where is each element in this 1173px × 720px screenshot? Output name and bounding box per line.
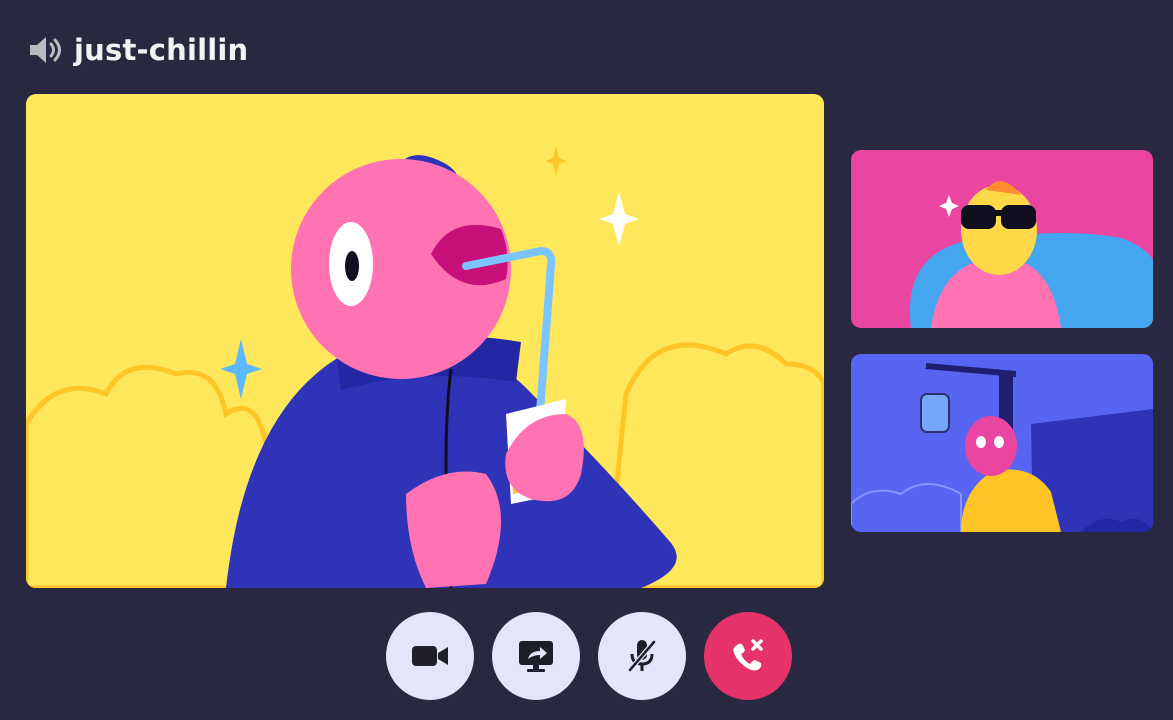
leave-call-icon bbox=[733, 639, 763, 671]
main-video-tile[interactable] bbox=[26, 94, 824, 588]
participant-illustration bbox=[851, 363, 1153, 532]
leave-call-button[interactable] bbox=[704, 612, 792, 700]
camera-button[interactable] bbox=[386, 612, 474, 700]
channel-name: just-chillin bbox=[74, 33, 249, 67]
screen-share-button[interactable] bbox=[492, 612, 580, 700]
channel-header: just-chillin bbox=[26, 30, 248, 70]
participant-tile[interactable] bbox=[851, 150, 1153, 328]
camera-icon bbox=[412, 646, 448, 666]
participant-tile[interactable] bbox=[851, 354, 1153, 532]
speaker-icon bbox=[30, 37, 61, 63]
participant-illustration bbox=[909, 181, 1153, 328]
screen-share-icon bbox=[519, 641, 553, 672]
call-controls bbox=[386, 612, 792, 700]
main-participant-illustration bbox=[26, 146, 824, 588]
mute-button[interactable] bbox=[598, 612, 686, 700]
mic-muted-icon bbox=[628, 640, 656, 672]
